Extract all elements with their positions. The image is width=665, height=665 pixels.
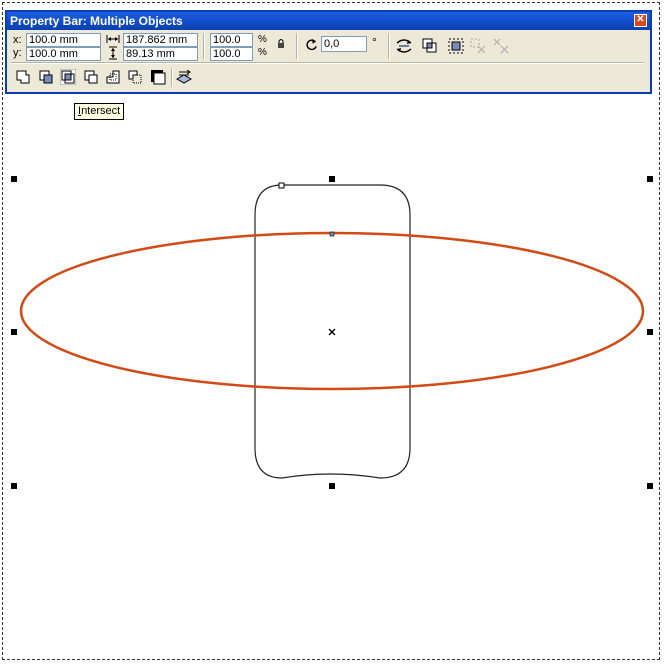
property-bar-titlebar[interactable]: Property Bar: Multiple Objects ✕ xyxy=(7,12,650,30)
rotate-icon xyxy=(306,38,317,51)
scale-x-unit: % xyxy=(258,34,267,45)
width-field[interactable]: 187.862 mm xyxy=(123,33,198,47)
x-position-field[interactable]: 100.0 mm xyxy=(26,33,101,47)
handle-bottom-right[interactable] xyxy=(647,483,653,489)
rotation-field[interactable]: 0,0 xyxy=(321,36,367,52)
handle-middle-left[interactable] xyxy=(11,329,17,335)
create-boundary-icon[interactable] xyxy=(150,69,166,85)
handle-top-center[interactable] xyxy=(329,176,335,182)
property-bar: Property Bar: Multiple Objects ✕ x: y: 1… xyxy=(5,10,652,94)
height-icon xyxy=(109,46,117,60)
width-icon xyxy=(106,35,120,43)
back-minus-front-icon[interactable] xyxy=(127,69,143,85)
weld-icon[interactable] xyxy=(15,69,31,85)
separator xyxy=(296,33,298,59)
trim-icon[interactable] xyxy=(38,69,54,85)
scale-y-field[interactable]: 100.0 xyxy=(210,47,253,61)
property-bar-title: Property Bar: Multiple Objects xyxy=(10,14,183,28)
rotation-unit: ° xyxy=(372,35,377,49)
separator xyxy=(171,68,173,87)
lock-ratio-icon[interactable] xyxy=(276,38,286,50)
y-label: y: xyxy=(13,47,22,59)
intersect-tooltip: Intersect xyxy=(74,103,125,120)
ungroup-icon[interactable] xyxy=(493,38,509,54)
center-marker[interactable] xyxy=(328,328,336,336)
simplify-icon[interactable] xyxy=(83,69,99,85)
convert-to-curves-icon[interactable] xyxy=(175,69,193,85)
close-button[interactable]: ✕ xyxy=(634,14,647,27)
shaping-row xyxy=(7,66,650,90)
transform-row: x: y: 100.0 mm 100.0 mm 187.862 mm 89.13… xyxy=(7,32,650,61)
ellipse-shape[interactable] xyxy=(19,231,645,391)
height-field[interactable]: 89.13 mm xyxy=(123,47,198,61)
rect-node-handle[interactable] xyxy=(278,182,285,189)
y-position-field[interactable]: 100.0 mm xyxy=(26,47,101,61)
intersect-icon[interactable] xyxy=(60,69,76,85)
group-icon[interactable] xyxy=(422,38,438,54)
scale-y-unit: % xyxy=(258,47,267,58)
combine-icon[interactable] xyxy=(448,38,464,54)
front-minus-back-icon[interactable] xyxy=(105,69,121,85)
ellipse-node-handle[interactable] xyxy=(329,231,335,237)
handle-top-right[interactable] xyxy=(647,176,653,182)
scale-x-field[interactable]: 100.0 xyxy=(210,33,253,47)
mirror-icon[interactable] xyxy=(395,36,413,56)
handle-middle-right[interactable] xyxy=(647,329,653,335)
handle-bottom-left[interactable] xyxy=(11,483,17,489)
separator xyxy=(203,33,205,59)
x-label: x: xyxy=(13,34,22,46)
separator xyxy=(388,33,390,59)
drawing-canvas[interactable] xyxy=(0,0,665,665)
tooltip-text: ntersect xyxy=(81,105,121,117)
handle-top-left[interactable] xyxy=(11,176,17,182)
row-divider xyxy=(11,62,644,64)
break-apart-icon[interactable] xyxy=(470,38,486,54)
handle-bottom-center[interactable] xyxy=(329,483,335,489)
